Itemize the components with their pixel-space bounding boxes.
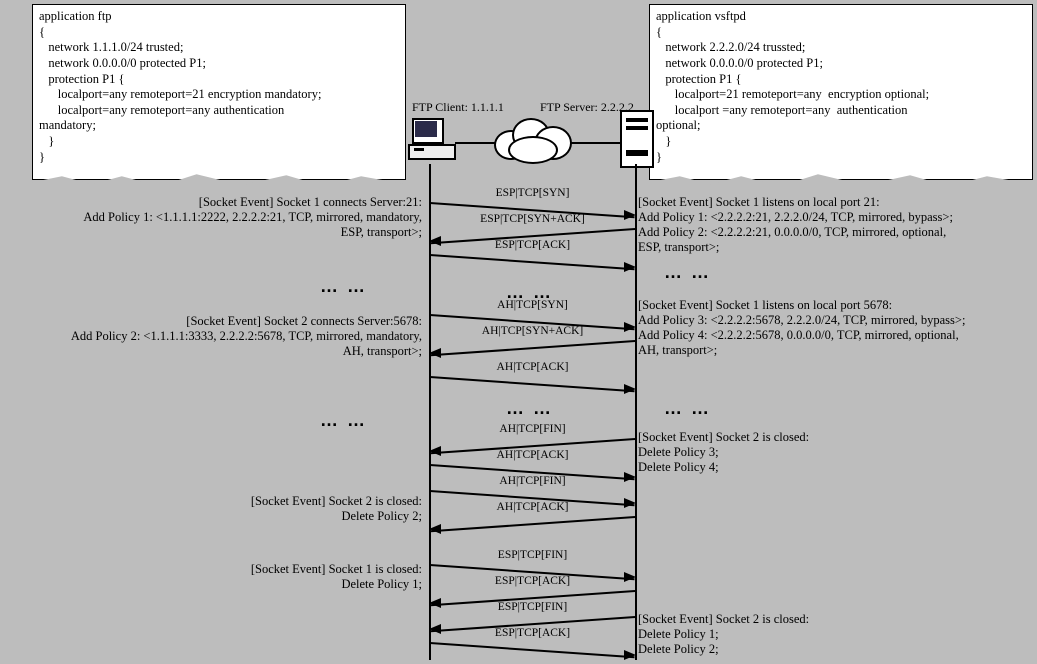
msg-ah-synack: AH|TCP[SYN+ACK]	[430, 340, 635, 358]
msg-text: ESP|TCP[FIN]	[430, 601, 635, 613]
msg-text: AH|TCP[FIN]	[430, 423, 635, 435]
client-config-box: application ftp { network 1.1.1.0/24 tru…	[32, 4, 406, 180]
msg-text: ESP|TCP[ACK]	[430, 627, 635, 639]
msg-text: ESP|TCP[SYN]	[430, 187, 635, 199]
msg-text: AH|TCP[ACK]	[430, 449, 635, 461]
cloud-icon	[494, 116, 574, 160]
client-event-1: [Socket Event] Socket 1 connects Server:…	[0, 195, 422, 240]
msg-ah-ack2: AH|TCP[ACK]	[430, 516, 635, 534]
server-event-1: [Socket Event] Socket 1 listens on local…	[638, 195, 1036, 255]
msg-text: ESP|TCP[FIN]	[430, 549, 635, 561]
msg-text: AH|TCP[SYN]	[430, 299, 635, 311]
msg-text: ESP|TCP[ACK]	[430, 575, 635, 587]
msg-ah-ack: AH|TCP[ACK]	[430, 376, 635, 394]
server-icon	[620, 110, 654, 168]
server-config-box: application vsftpd { network 2.2.2.0/24 …	[649, 4, 1033, 180]
msg-text: AH|TCP[ACK]	[430, 361, 635, 373]
dots-icon: … …	[320, 276, 367, 297]
dots-icon: … …	[664, 398, 711, 419]
server-event-2: [Socket Event] Socket 1 listens on local…	[638, 298, 1036, 358]
server-lifeline	[635, 164, 637, 660]
dots-icon: … …	[506, 398, 553, 419]
server-event-3: [Socket Event] Socket 2 is closed: Delet…	[638, 430, 1036, 475]
msg-esp-ack2: ESP|TCP[ACK]	[430, 642, 635, 660]
computer-icon	[408, 118, 452, 162]
msg-text: AH|TCP[SYN+ACK]	[430, 325, 635, 337]
dots-icon: … …	[320, 410, 367, 431]
client-event-4: [Socket Event] Socket 1 is closed: Delet…	[0, 562, 422, 592]
client-event-2: [Socket Event] Socket 2 connects Server:…	[0, 314, 422, 359]
client-event-3: [Socket Event] Socket 2 is closed: Delet…	[0, 494, 422, 524]
msg-esp-ack: ESP|TCP[ACK]	[430, 254, 635, 272]
msg-text: AH|TCP[ACK]	[430, 501, 635, 513]
msg-text: AH|TCP[FIN]	[430, 475, 635, 487]
msg-text: ESP|TCP[ACK]	[430, 239, 635, 251]
server-event-4: [Socket Event] Socket 2 is closed: Delet…	[638, 612, 1036, 657]
ftp-client-label: FTP Client: 1.1.1.1	[412, 100, 504, 115]
msg-text: ESP|TCP[SYN+ACK]	[430, 213, 635, 225]
dots-icon: … …	[664, 262, 711, 283]
